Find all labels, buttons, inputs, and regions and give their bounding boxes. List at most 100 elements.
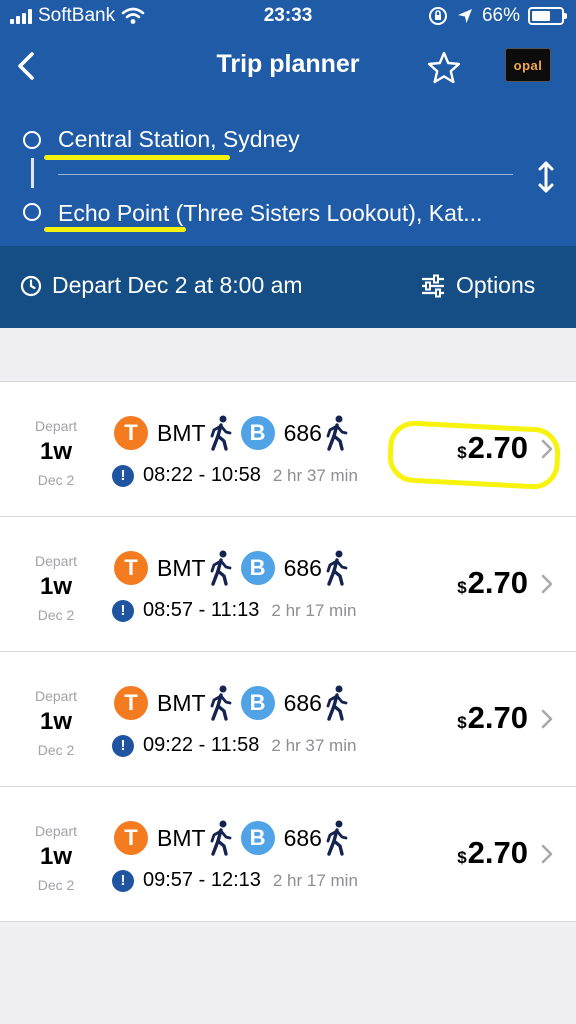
trip-legs: T BMT B 686 xyxy=(114,685,357,721)
trip-duration: 2 hr 37 min xyxy=(271,735,357,755)
options-label: Options xyxy=(456,272,536,298)
currency-symbol: $ xyxy=(457,713,467,732)
currency-symbol: $ xyxy=(457,848,467,867)
walk-icon xyxy=(210,550,231,586)
trip-duration: 2 hr 17 min xyxy=(271,600,357,620)
depart-bar: Depart Dec 2 at 8:00 am Options xyxy=(0,246,576,328)
battery-percent: 66% xyxy=(481,5,520,26)
nav-bar: Trip planner opal xyxy=(0,36,576,96)
depart-relative: 1w xyxy=(39,708,72,735)
origin-station: Central Station xyxy=(58,126,211,152)
walk-icon xyxy=(326,685,348,721)
trip-row[interactable]: Depart 1w Dec 2 T BMT B 686 ! xyxy=(0,787,576,922)
chevron-right-icon xyxy=(541,709,553,729)
trip-legs: T BMT B 686 xyxy=(114,550,357,586)
status-bar: SoftBank 23:33 66% xyxy=(0,0,576,32)
fare-price: $2.70 xyxy=(457,835,528,871)
depart-time-button[interactable]: Depart Dec 2 at 8:00 am xyxy=(20,272,303,299)
walk-icon xyxy=(326,415,348,451)
time-range: 09:22 - 11:58 xyxy=(143,734,260,756)
depart-label: Depart xyxy=(34,553,78,569)
fare-amount: 2.70 xyxy=(467,430,528,465)
trip-legs: T BMT B 686 xyxy=(114,415,357,451)
depart-date: Dec 2 xyxy=(37,742,75,758)
depart-relative: 1w xyxy=(39,843,72,870)
train-line-label: BMT xyxy=(157,824,206,851)
trip-duration: 2 hr 17 min xyxy=(272,870,358,890)
chevron-right-icon xyxy=(541,844,553,864)
trip-times: ! 08:22 - 10:58 2 hr 37 min xyxy=(112,464,358,487)
fare-amount: 2.70 xyxy=(467,700,528,735)
walk-icon xyxy=(210,415,231,451)
origin-field[interactable]: Central Station, Sydney xyxy=(58,126,300,153)
trip-times: ! 08:57 - 11:13 2 hr 17 min xyxy=(112,599,356,622)
alert-icon: ! xyxy=(112,464,134,487)
fare-price: $2.70 xyxy=(457,565,528,601)
time-range: 08:22 - 10:58 xyxy=(143,464,261,486)
trip-list: Depart 1w Dec 2 T BMT B 686 ! 08:22 - 10… xyxy=(0,381,576,922)
depart-date: Dec 2 xyxy=(37,607,75,623)
route-divider xyxy=(58,174,513,175)
bus-route-label: 686 xyxy=(283,824,322,851)
alert-icon: ! xyxy=(112,734,134,757)
depart-label: Depart xyxy=(34,823,78,839)
depart-label: Depart xyxy=(34,418,78,434)
currency-symbol: $ xyxy=(457,443,467,462)
fare-price: $2.70 xyxy=(457,430,528,466)
origin-dot-icon xyxy=(23,131,41,149)
battery-icon xyxy=(528,7,567,25)
destination-point: Echo Point xyxy=(58,200,170,226)
time-range: 09:57 - 12:13 xyxy=(143,869,261,891)
header: SoftBank 23:33 66% Trip planner opal Cen… xyxy=(0,0,576,246)
bus-route-label: 686 xyxy=(283,554,322,581)
fare-price: $2.70 xyxy=(457,700,528,736)
bus-icon: B xyxy=(240,821,275,855)
bus-route-label: 686 xyxy=(283,419,322,446)
trip-legs: T BMT B 686 xyxy=(114,820,357,856)
origin-highlight-mark xyxy=(44,155,230,160)
train-line-label: BMT xyxy=(157,554,206,581)
bus-icon: B xyxy=(240,416,275,450)
swap-vertical-icon[interactable] xyxy=(534,160,558,194)
time-range: 08:57 - 11:13 xyxy=(143,599,260,621)
orientation-lock-icon xyxy=(428,7,447,25)
trip-row[interactable]: Depart 1w Dec 2 T BMT B 686 ! xyxy=(0,382,576,517)
bus-icon: B xyxy=(240,551,275,585)
location-icon xyxy=(457,9,472,23)
opal-card-button[interactable]: opal xyxy=(505,48,551,82)
depart-date: Dec 2 xyxy=(37,877,75,893)
trip-times: ! 09:57 - 12:13 2 hr 17 min xyxy=(112,869,358,892)
destination-highlight-mark xyxy=(44,227,186,232)
bus-icon: B xyxy=(240,686,275,720)
depart-label: Depart xyxy=(34,688,78,704)
star-icon[interactable] xyxy=(424,48,464,88)
chevron-right-icon xyxy=(541,574,553,594)
options-button[interactable]: Options xyxy=(420,272,535,299)
depart-relative: 1w xyxy=(39,438,72,465)
fare-amount: 2.70 xyxy=(467,835,528,870)
alert-icon: ! xyxy=(112,599,134,622)
walk-icon xyxy=(210,685,231,721)
depart-relative: 1w xyxy=(39,573,72,600)
walk-icon xyxy=(326,550,348,586)
trip-duration: 2 hr 37 min xyxy=(272,465,358,485)
chevron-right-icon xyxy=(541,439,553,459)
train-icon: T xyxy=(114,551,148,585)
trip-row[interactable]: Depart 1w Dec 2 T BMT B 686 ! xyxy=(0,517,576,652)
train-line-label: BMT xyxy=(157,689,206,716)
clock-icon xyxy=(20,275,42,296)
walk-icon xyxy=(326,820,348,856)
depart-time-label: Depart Dec 2 at 8:00 am xyxy=(52,272,303,298)
depart-date: Dec 2 xyxy=(37,472,75,488)
currency-symbol: $ xyxy=(457,578,467,597)
destination-field[interactable]: Echo Point (Three Sisters Lookout), Kat.… xyxy=(58,200,482,227)
origin-suffix: , Sydney xyxy=(210,126,300,152)
walk-icon xyxy=(210,820,231,856)
bus-route-label: 686 xyxy=(283,689,322,716)
train-line-label: BMT xyxy=(157,419,206,446)
train-icon: T xyxy=(114,416,148,450)
page-title: Trip planner xyxy=(216,50,360,78)
fare-amount: 2.70 xyxy=(467,565,528,600)
trip-row[interactable]: Depart 1w Dec 2 T BMT B 686 ! xyxy=(0,652,576,787)
destination-dot-icon xyxy=(23,203,41,221)
